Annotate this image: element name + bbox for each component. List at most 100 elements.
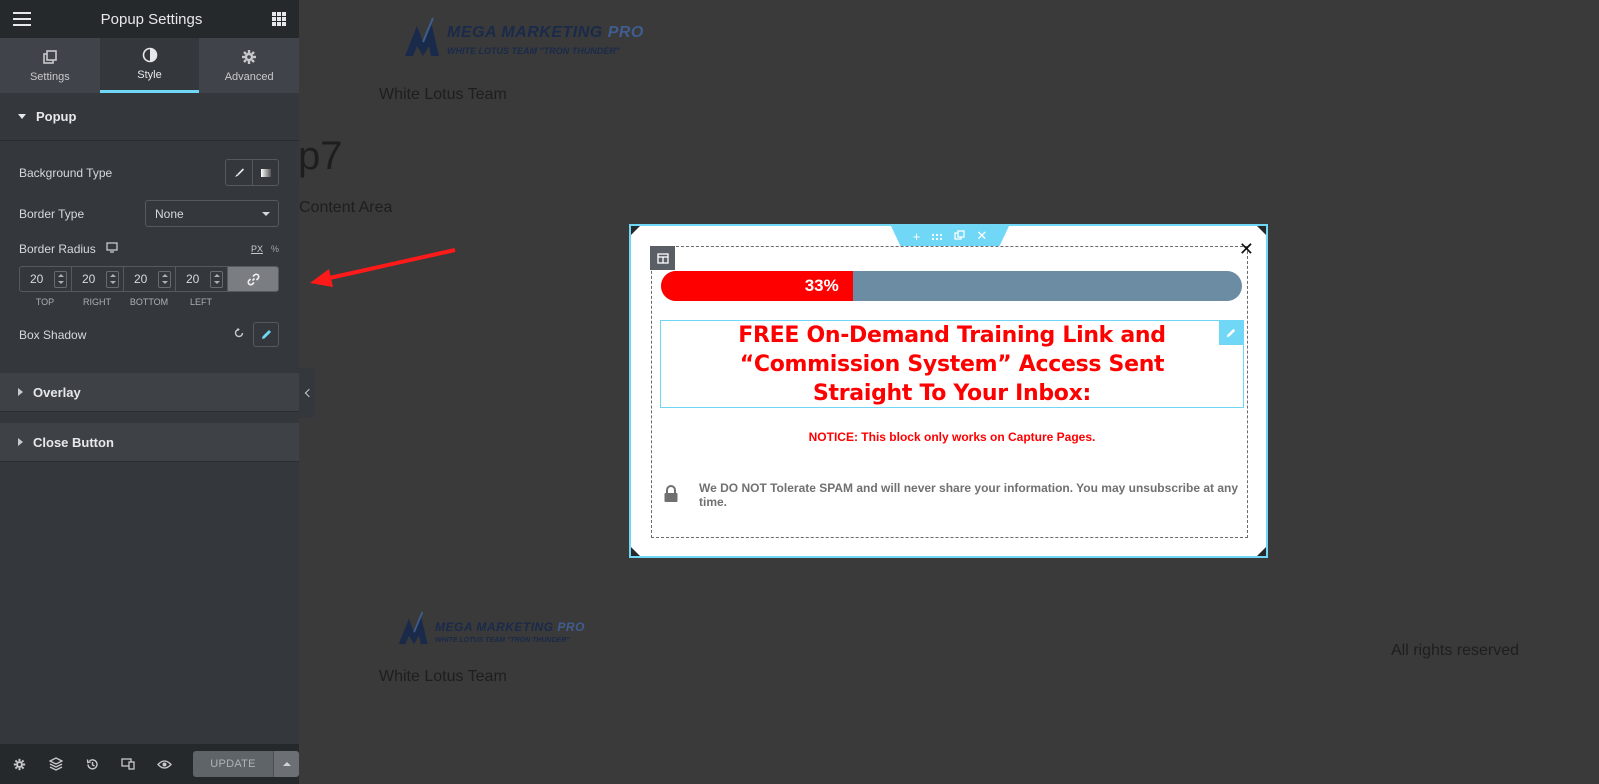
- box-shadow-edit-button[interactable]: [253, 322, 279, 347]
- link-values-button[interactable]: [228, 267, 278, 291]
- label-top: TOP: [35, 297, 55, 307]
- border-radius-label: Border Radius: [19, 242, 96, 256]
- delete-icon[interactable]: ✕: [976, 228, 987, 244]
- tab-style[interactable]: Style: [99, 38, 200, 93]
- editor-sidebar: Popup Settings Settings Style Advanced P…: [0, 0, 300, 784]
- tab-settings[interactable]: Settings: [0, 38, 100, 93]
- half-circle-icon: [142, 47, 158, 63]
- radius-bottom-value: 20: [134, 272, 148, 286]
- radius-bottom-input[interactable]: 20: [124, 267, 176, 291]
- page-heading: p7: [298, 134, 343, 178]
- radius-left-input[interactable]: 20: [176, 267, 228, 291]
- brush-icon[interactable]: [226, 160, 252, 185]
- chevron-down-icon: [262, 211, 270, 216]
- responsive-icon[interactable]: [120, 755, 137, 773]
- logo-title-text: MEGA MARKETING: [435, 620, 554, 634]
- rights-text: All rights reserved: [1391, 642, 1520, 659]
- hamburger-menu-icon[interactable]: [13, 12, 31, 26]
- privacy-text: We DO NOT Tolerate SPAM and will never s…: [699, 481, 1239, 509]
- background-type-label: Background Type: [19, 165, 113, 180]
- pencil-icon: [1226, 328, 1236, 338]
- panel-tabs: Settings Style Advanced: [0, 38, 299, 93]
- section-toolbar: + ✕: [891, 226, 1009, 246]
- section-overlay-label: Overlay: [33, 384, 81, 400]
- border-type-label: Border Type: [19, 206, 85, 221]
- section-popup-toggle[interactable]: Popup: [0, 93, 299, 141]
- copy-icon: [42, 49, 58, 65]
- drag-handle-icon[interactable]: [931, 229, 943, 244]
- radius-left-value: 20: [186, 272, 200, 286]
- logo-title-text: MEGA MARKETING: [447, 24, 603, 41]
- sidebar-header: Popup Settings: [0, 0, 299, 38]
- stepper-icon[interactable]: [158, 270, 171, 288]
- collapse-panel-toggle[interactable]: [299, 368, 315, 418]
- update-button[interactable]: UPDATE: [193, 751, 274, 777]
- logo-title: MEGA MARKETING PRO: [447, 24, 644, 42]
- pencil-icon: [261, 330, 271, 339]
- duplicate-icon[interactable]: [954, 229, 965, 244]
- radius-right-value: 20: [82, 272, 96, 286]
- logo-title: MEGA MARKETING PRO: [435, 620, 585, 634]
- gradient-icon[interactable]: [252, 160, 278, 185]
- headline-widget[interactable]: FREE On-Demand Training Link and “Commis…: [660, 320, 1244, 408]
- caret-right-icon: [18, 438, 23, 446]
- lock-icon: [663, 484, 679, 506]
- unit-percent[interactable]: %: [271, 244, 279, 254]
- eye-icon[interactable]: [156, 755, 173, 773]
- border-type-select[interactable]: None: [145, 200, 279, 227]
- tab-style-label: Style: [137, 69, 162, 81]
- sidebar-footer: UPDATE: [0, 744, 300, 784]
- red-arrow-annotation: [310, 248, 456, 287]
- site-logo-bottom: MEGA MARKETING PRO WHITE LOTUS TEAM "TRO…: [397, 610, 585, 645]
- columns-icon: [656, 252, 669, 264]
- logo-mark-icon: [403, 16, 443, 56]
- corner-marker: [1257, 547, 1266, 556]
- border-radius-labels: TOP RIGHT BOTTOM LEFT: [19, 297, 227, 307]
- radius-right-input[interactable]: 20: [72, 267, 124, 291]
- background-type-choices: [225, 159, 279, 186]
- reset-icon[interactable]: [233, 327, 245, 342]
- unit-px[interactable]: PX: [251, 244, 263, 254]
- apps-grid-icon[interactable]: [272, 12, 286, 26]
- popup-container[interactable]: + ✕ ✕ 33% FREE On-Demand Training Link a…: [629, 224, 1268, 558]
- section-overlay-toggle[interactable]: Overlay: [0, 373, 299, 412]
- border-radius-control: Border Radius PX %: [19, 242, 279, 256]
- stepper-icon[interactable]: [106, 270, 119, 288]
- tab-settings-label: Settings: [29, 70, 70, 83]
- close-icon[interactable]: ✕: [1239, 240, 1254, 258]
- tab-advanced[interactable]: Advanced: [199, 38, 299, 93]
- section-close-button-toggle[interactable]: Close Button: [0, 423, 299, 462]
- logo-subtitle: WHITE LOTUS TEAM "TRON THUNDER": [435, 637, 570, 644]
- privacy-row: We DO NOT Tolerate SPAM and will never s…: [663, 481, 1243, 509]
- add-icon[interactable]: +: [913, 229, 921, 244]
- corner-marker: [631, 547, 640, 556]
- capture-notice: NOTICE: This block only works on Capture…: [808, 430, 1096, 444]
- box-shadow-control: Box Shadow: [19, 322, 279, 347]
- corner-marker: [1257, 226, 1266, 235]
- progress-bar: 33%: [661, 271, 1242, 301]
- history-icon[interactable]: [83, 755, 100, 773]
- gear-icon[interactable]: [11, 755, 28, 773]
- gear-icon: [241, 49, 257, 65]
- radius-top-input[interactable]: 20: [20, 267, 72, 291]
- section-popup-label: Popup: [36, 109, 77, 124]
- link-icon: [247, 273, 259, 285]
- stepper-icon[interactable]: [210, 270, 223, 288]
- column-handle[interactable]: [650, 246, 675, 270]
- layers-icon[interactable]: [47, 755, 64, 773]
- desktop-icon[interactable]: [106, 242, 118, 256]
- stepper-icon[interactable]: [54, 270, 67, 288]
- progress-label: 33%: [804, 276, 839, 295]
- update-options-button[interactable]: [273, 751, 300, 777]
- logo-mark-icon: [397, 610, 431, 645]
- label-left: LEFT: [189, 297, 212, 307]
- section-close-button-label: Close Button: [33, 434, 114, 450]
- caret-up-icon: [282, 762, 291, 766]
- border-radius-inputs: 20 20 20 20: [19, 266, 279, 292]
- tab-advanced-label: Advanced: [224, 70, 274, 83]
- logo-subtitle: WHITE LOTUS TEAM "TRON THUNDER": [447, 46, 621, 56]
- team-name-bottom: White Lotus Team: [379, 668, 507, 685]
- box-shadow-label: Box Shadow: [19, 327, 87, 342]
- edit-widget-button[interactable]: [1219, 321, 1243, 345]
- sidebar-title: Popup Settings: [100, 10, 203, 28]
